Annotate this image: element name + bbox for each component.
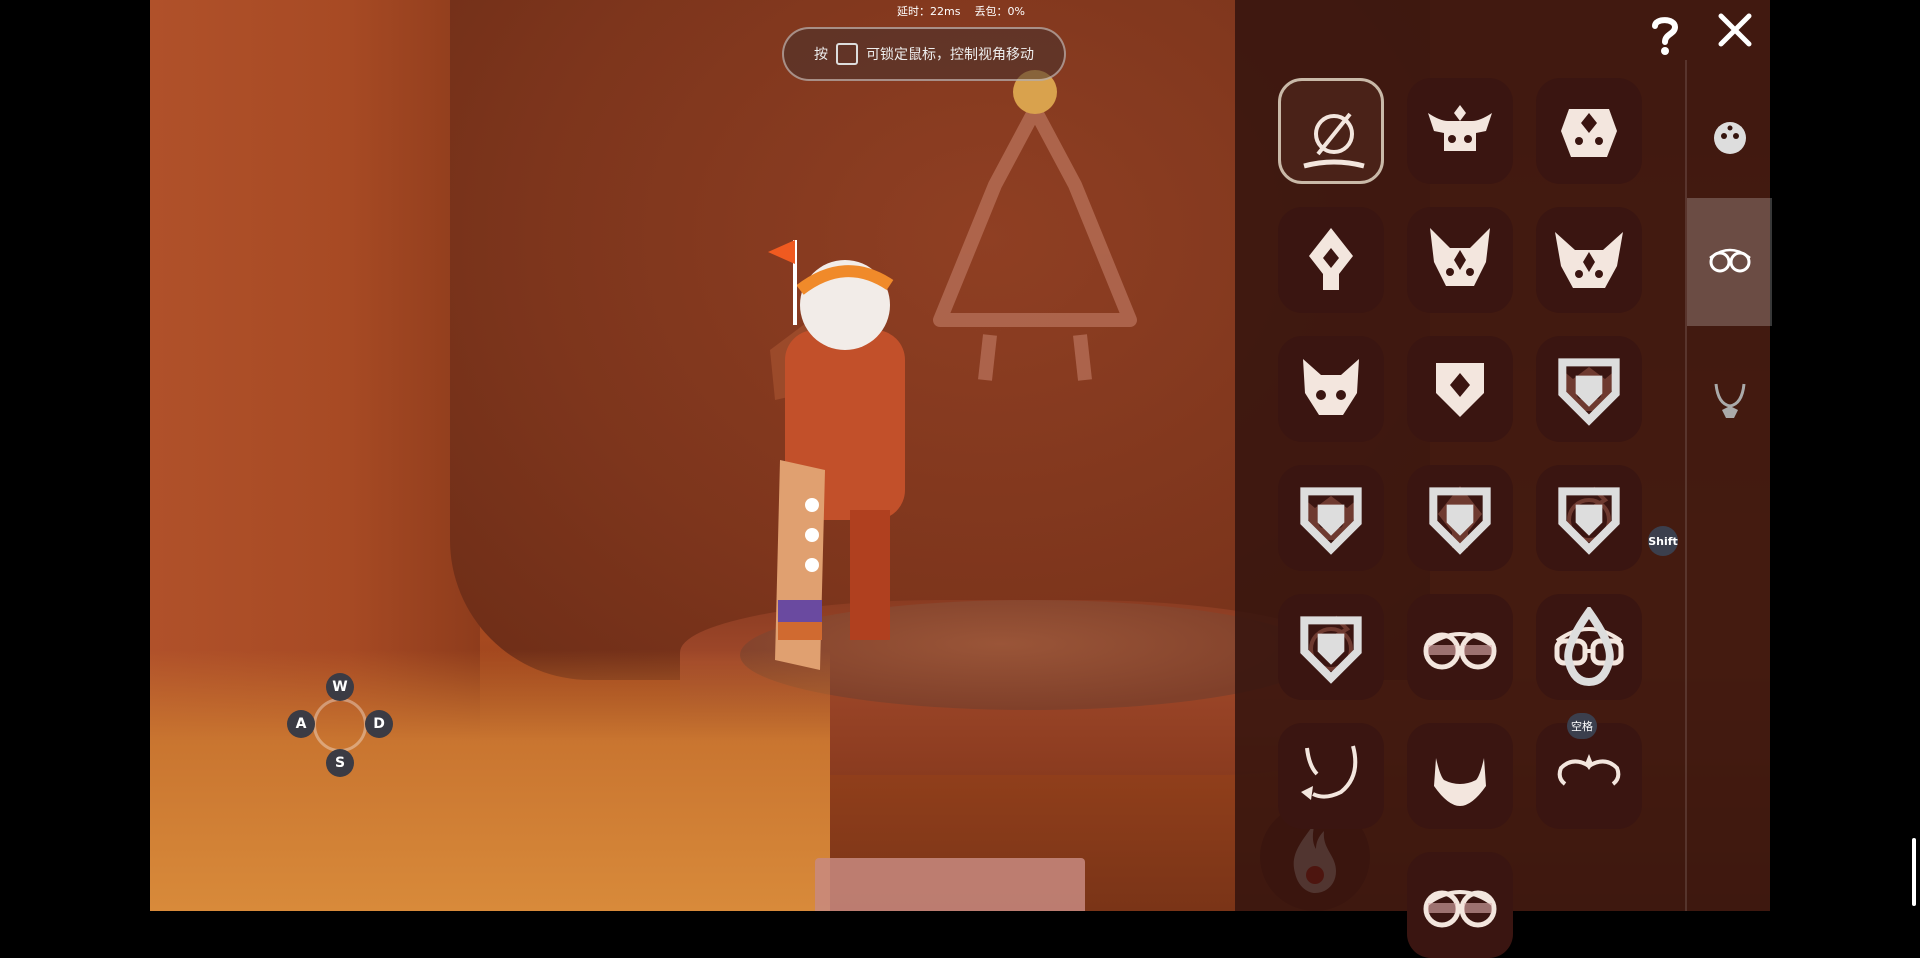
key-s[interactable]: S xyxy=(326,749,354,777)
shift-key-badge: Shift xyxy=(1648,526,1678,556)
cosmetic-tile[interactable] xyxy=(1536,594,1642,700)
cosmetic-tile[interactable] xyxy=(1407,465,1513,571)
cosmetic-tile[interactable] xyxy=(1536,78,1642,184)
tail-mustache-icon xyxy=(1301,745,1358,800)
network-stats: 延时：22ms 丢包：0% xyxy=(897,3,1039,19)
beard-icon xyxy=(1434,758,1486,806)
cosmetic-tile[interactable] xyxy=(1278,336,1384,442)
latency-text: 延时：22ms xyxy=(897,5,961,18)
category-tab[interactable] xyxy=(1687,76,1772,204)
diamond-mask-icon xyxy=(1561,109,1617,157)
key-w[interactable]: W xyxy=(326,673,354,701)
cosmetic-tile[interactable] xyxy=(1407,852,1513,958)
hint-prefix: 按 xyxy=(814,47,828,63)
mask-face-icon xyxy=(1714,122,1746,154)
necklace-icon xyxy=(1714,383,1746,418)
help-icon[interactable] xyxy=(1648,14,1682,56)
movement-ring xyxy=(313,698,367,752)
category-tabs xyxy=(1685,60,1772,911)
mouse-lock-hint: 按 可锁定鼠标，控制视角移动 xyxy=(782,27,1066,81)
golden-grass xyxy=(150,650,830,911)
cosmetic-tile[interactable] xyxy=(1407,78,1513,184)
cosmetic-tile[interactable] xyxy=(1278,465,1384,571)
stone-step xyxy=(815,858,1085,911)
fox-mask-icon xyxy=(1430,228,1490,286)
lock-icon xyxy=(1429,487,1491,555)
cosmetic-tile[interactable] xyxy=(1278,594,1384,700)
key-a[interactable]: A xyxy=(287,710,315,738)
lock-icon xyxy=(1558,487,1620,555)
cosmetic-tile[interactable] xyxy=(1407,207,1513,313)
glasses-icon xyxy=(1709,248,1751,273)
key-d[interactable]: D xyxy=(365,710,393,738)
candle-cost-icon xyxy=(1564,607,1614,687)
cosmetic-tile[interactable] xyxy=(1536,207,1642,313)
cosmetic-tile[interactable] xyxy=(1278,78,1384,184)
cosmetic-tile[interactable] xyxy=(1278,723,1384,829)
keyboard-key-icon xyxy=(836,43,858,65)
packet-loss-text: 丢包：0% xyxy=(974,5,1025,18)
spirit-petroglyph xyxy=(933,70,1137,381)
space-key-badge: 空格 xyxy=(1567,713,1597,739)
horned-fox-mask-icon xyxy=(1555,232,1623,288)
lock-icon xyxy=(1300,616,1362,684)
horned-mask-icon xyxy=(1428,105,1492,151)
round-glasses-icon xyxy=(1423,890,1497,928)
category-tab[interactable] xyxy=(1687,340,1772,468)
wasd-controls: W A D S xyxy=(285,670,395,780)
cosmetic-tile[interactable] xyxy=(1536,465,1642,571)
cosmetic-tile[interactable] xyxy=(1536,336,1642,442)
cat-mask-icon xyxy=(1303,359,1359,415)
round-glasses-icon xyxy=(1423,632,1497,670)
cosmetic-tile[interactable] xyxy=(1536,723,1642,829)
curled-mustache-icon xyxy=(1557,754,1621,786)
hint-suffix: 可锁定鼠标，控制视角移动 xyxy=(866,47,1034,63)
cosmetic-tile[interactable] xyxy=(1407,594,1513,700)
close-icon[interactable] xyxy=(1717,12,1753,48)
cosmetic-tile[interactable] xyxy=(1407,723,1513,829)
category-tab[interactable] xyxy=(1687,198,1772,326)
shield-mask-icon xyxy=(1436,363,1484,417)
lock-icon xyxy=(1300,487,1362,555)
cosmetic-tile[interactable] xyxy=(1278,207,1384,313)
none-icon xyxy=(1303,112,1365,169)
cosmetic-tile[interactable] xyxy=(1407,336,1513,442)
spade-mask-icon xyxy=(1309,228,1353,290)
player-character[interactable] xyxy=(730,230,930,690)
scrollbar-thumb[interactable] xyxy=(1912,838,1916,906)
lock-icon xyxy=(1558,358,1620,426)
